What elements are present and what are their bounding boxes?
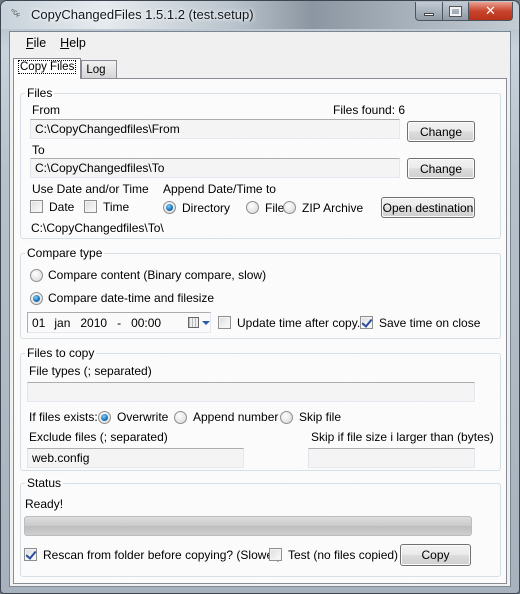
status-title: Status [25, 476, 64, 490]
status-group: Status Ready! Rescan from folder before … [20, 476, 501, 577]
compare-content-label[interactable]: Compare content (Binary compare, slow) [48, 268, 266, 282]
update-time-label[interactable]: Update time after copy. [237, 316, 360, 330]
menu-file[interactable]: File [19, 32, 53, 54]
skip-file-label[interactable]: Skip file [299, 410, 341, 424]
overwrite-label[interactable]: Overwrite [117, 410, 168, 424]
title-bar[interactable]: °cF CopyChangedFiles 1.5.1.2 (test.setup… [1, 1, 519, 29]
time-checkbox-label[interactable]: Time [103, 200, 129, 214]
date-day[interactable]: 01 [32, 316, 45, 330]
update-time-checkbox[interactable] [218, 316, 231, 329]
rescan-checkbox[interactable] [24, 548, 37, 561]
to-path-field[interactable]: C:\CopyChangedfiles\To [30, 158, 400, 178]
date-checkbox[interactable] [30, 200, 43, 213]
date-month[interactable]: jan [54, 316, 70, 330]
copy-files-page: Files From Files found: 6 C:\CopyChanged… [13, 78, 507, 584]
append-number-radio[interactable] [174, 411, 187, 424]
copy-button[interactable]: Copy [400, 544, 471, 566]
window-title: CopyChangedFiles 1.5.1.2 (test.setup) [31, 7, 254, 22]
exclude-files-field[interactable]: web.config [27, 448, 244, 468]
file-types-label: File types (; separated) [29, 364, 152, 378]
files-group: Files From Files found: 6 C:\CopyChanged… [20, 86, 501, 239]
minimize-button[interactable] [415, 2, 443, 21]
compare-type-title: Compare type [25, 246, 105, 260]
calendar-icon[interactable] [188, 317, 199, 328]
progress-bar [24, 516, 472, 536]
maximize-icon [449, 5, 462, 17]
app-window: °cF CopyChangedFiles 1.5.1.2 (test.setup… [0, 0, 520, 594]
compare-type-group: Compare type Compare content (Binary com… [20, 246, 501, 339]
from-label: From [32, 103, 60, 117]
exclude-files-label: Exclude files (; separated) [29, 430, 168, 444]
tab-copy-files[interactable]: Copy Files [13, 58, 82, 79]
date-separator: - [117, 315, 122, 330]
append-label: Append Date/Time to [163, 182, 276, 196]
append-directory-radio[interactable] [163, 201, 176, 214]
dropdown-arrow-icon[interactable] [202, 321, 210, 325]
maximize-button[interactable] [443, 2, 469, 21]
append-directory-label[interactable]: Directory [182, 201, 230, 215]
skip-size-label: Skip if file size i larger than (bytes) [311, 430, 494, 444]
append-number-label[interactable]: Append number [193, 410, 278, 424]
time-checkbox[interactable] [84, 200, 97, 213]
test-checkbox[interactable] [269, 548, 282, 561]
files-to-copy-title: Files to copy [25, 346, 97, 360]
file-types-field[interactable] [27, 382, 475, 402]
menu-bar: File Help [10, 32, 510, 54]
compare-datetime-radio[interactable] [30, 292, 43, 305]
test-label[interactable]: Test (no files copied) [288, 548, 398, 562]
app-icon[interactable]: °cF [11, 8, 27, 22]
append-zip-radio[interactable] [283, 201, 296, 214]
date-time-picker[interactable]: 01 jan 2010 - 00:00 [27, 312, 211, 333]
files-group-title: Files [25, 86, 55, 100]
date-year[interactable]: 2010 [80, 316, 107, 330]
use-date-time-label: Use Date and/or Time [32, 182, 149, 196]
rescan-label[interactable]: Rescan from folder before copying? (Slow… [43, 548, 281, 562]
open-destination-button[interactable]: Open destination [381, 197, 475, 218]
date-time[interactable]: 00:00 [131, 316, 161, 330]
date-checkbox-label[interactable]: Date [49, 200, 74, 214]
status-text: Ready! [25, 497, 64, 511]
files-to-copy-group: Files to copy File types (; separated) I… [20, 346, 501, 471]
change-from-button[interactable]: Change [407, 121, 475, 142]
client-area: File Help Copy Files Log Files From File… [9, 31, 511, 587]
to-label: To [32, 143, 45, 157]
close-button[interactable]: ✕ [469, 2, 513, 21]
tab-log[interactable]: Log [81, 60, 117, 78]
from-path-field[interactable]: C:\CopyChangedfiles\From [30, 119, 400, 139]
append-zip-label[interactable]: ZIP Archive [302, 201, 363, 215]
close-icon: ✕ [485, 3, 496, 18]
skip-file-radio[interactable] [280, 411, 293, 424]
minimize-icon [424, 12, 434, 16]
if-exists-label: If files exists: [29, 410, 98, 424]
tab-strip: Copy Files Log [13, 58, 117, 79]
skip-size-field[interactable] [308, 448, 475, 468]
append-file-label[interactable]: File [265, 201, 284, 215]
menu-help[interactable]: Help [53, 32, 93, 54]
window-controls: ✕ [415, 2, 513, 22]
compare-datetime-label[interactable]: Compare date-time and filesize [48, 291, 214, 305]
destination-preview: C:\CopyChangedfiles\To\ [31, 221, 164, 235]
files-found-label: Files found: 6 [333, 103, 406, 117]
append-file-radio[interactable] [246, 201, 259, 214]
save-time-checkbox[interactable] [360, 316, 373, 329]
change-to-button[interactable]: Change [407, 158, 475, 179]
save-time-label[interactable]: Save time on close [379, 316, 480, 330]
compare-content-radio[interactable] [30, 269, 43, 282]
overwrite-radio[interactable] [98, 411, 111, 424]
